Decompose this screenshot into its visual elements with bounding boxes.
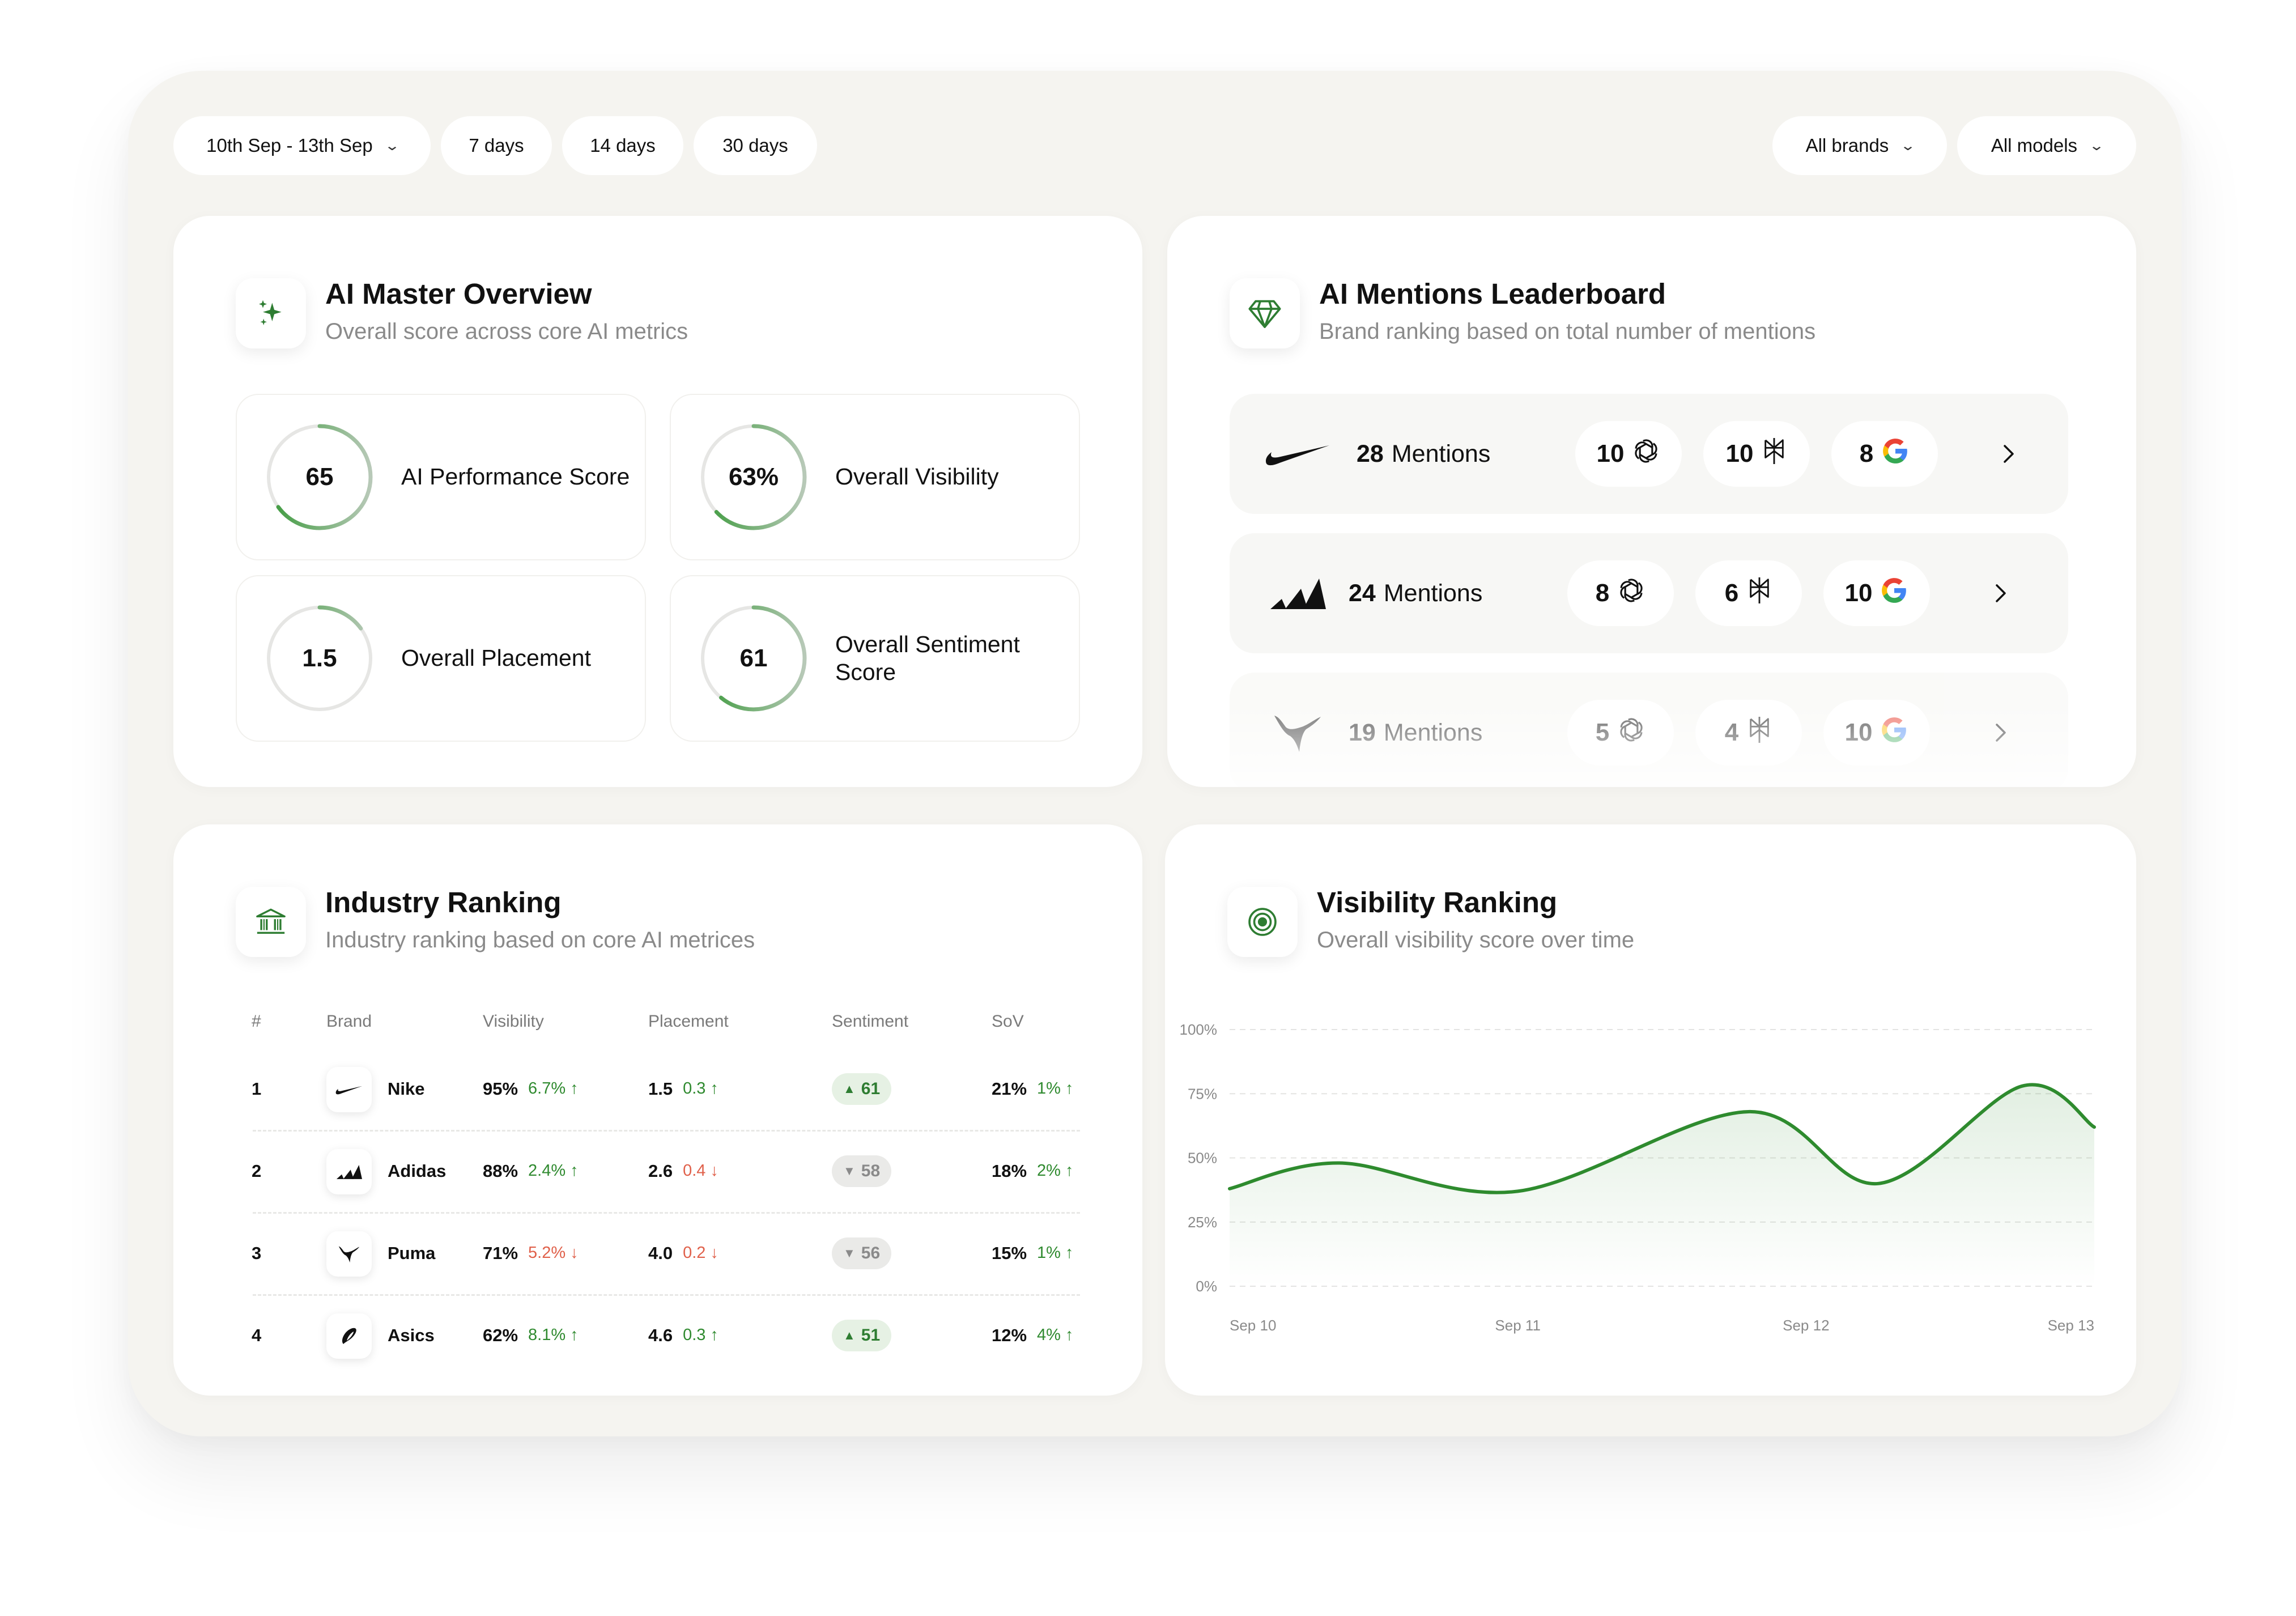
chevron-down-icon: ⌄	[384, 138, 400, 154]
dashboard-frame: 10th Sep - 13th Sep ⌄ 7 days 14 days 30 …	[128, 71, 2182, 1436]
models-label: All models	[1991, 135, 2078, 156]
model-count: 10	[1596, 440, 1625, 467]
series-area	[1230, 1085, 2094, 1286]
model-count: 10	[1725, 440, 1754, 467]
preset-14-days-button[interactable]: 14 days	[562, 116, 683, 175]
card-title: AI Master Overview	[325, 278, 592, 310]
chatgpt-count-pill: 10	[1575, 421, 1682, 487]
chatgpt-icon	[1617, 716, 1646, 750]
industry-ranking-card: Industry Ranking Industry ranking based …	[173, 824, 1142, 1396]
perplexity-icon	[1746, 576, 1772, 611]
metric-tile-visibility[interactable]: 63% Overall Visibility	[670, 394, 1080, 560]
x-tick-label: Sep 13	[2048, 1317, 2094, 1334]
preset-7-days-button[interactable]: 7 days	[441, 116, 552, 175]
mentions-count: 24	[1349, 579, 1376, 607]
preset-label: 7 days	[469, 135, 524, 156]
card-title: AI Mentions Leaderboard	[1319, 278, 1666, 310]
card-title: Industry Ranking	[325, 886, 562, 918]
models-dropdown[interactable]: All models ⌄	[1957, 116, 2136, 175]
chatgpt-count-pill: 5	[1567, 700, 1674, 766]
model-count: 8	[1595, 579, 1610, 607]
perplexity-count-pill: 10	[1703, 421, 1810, 487]
leaderboard-row[interactable]: 28 Mentions 10 10 8	[1230, 394, 2068, 514]
metric-value: 61	[739, 644, 768, 672]
nike-logo-icon	[1264, 431, 1332, 477]
card-subtitle: Overall score across core AI metrics	[325, 319, 688, 344]
chatgpt-icon	[1632, 437, 1660, 471]
chevron-right-icon[interactable]	[2000, 394, 2017, 514]
metric-value: 65	[305, 463, 334, 491]
x-tick-label: Sep 12	[1783, 1317, 1829, 1334]
leaderboard-row[interactable]: 19 Mentions 5 4 10	[1230, 673, 2068, 787]
model-count: 5	[1595, 718, 1610, 746]
mentions-label: Mentions	[1383, 718, 1483, 746]
preset-label: 14 days	[590, 135, 656, 156]
sparkles-icon	[236, 278, 306, 348]
chatgpt-icon	[1617, 576, 1646, 611]
mentions-count: 28	[1357, 440, 1384, 467]
mentions-count: 19	[1349, 718, 1376, 746]
ai-mentions-leaderboard-card: AI Mentions Leaderboard Brand ranking ba…	[1167, 216, 2136, 787]
card-subtitle: Brand ranking based on total number of m…	[1319, 319, 1816, 344]
ai-master-overview-card: AI Master Overview Overall score across …	[173, 216, 1142, 787]
diamond-icon	[1230, 278, 1300, 348]
y-tick-label: 75%	[1188, 1085, 1217, 1102]
google-icon	[1881, 437, 1910, 471]
chevron-down-icon: ⌄	[2089, 138, 2105, 154]
date-range-label: 10th Sep - 13th Sep	[206, 135, 373, 156]
model-count: 10	[1844, 579, 1873, 607]
visibility-area-chart: 100% 75% 50% 25% 0% Sep 10 Sep 11 Sep 12 Sep 13	[1180, 1021, 2096, 1334]
brands-dropdown[interactable]: All brands ⌄	[1772, 116, 1947, 175]
visibility-ranking-card: Visibility Ranking Overall visibility sc…	[1165, 824, 2136, 1396]
chevron-down-icon: ⌄	[1900, 138, 1916, 154]
leaderboard-row[interactable]: 24 Mentions 8 6 10	[1230, 533, 2068, 653]
y-tick-label: 100%	[1180, 1021, 1218, 1038]
preset-label: 30 days	[722, 135, 788, 156]
brands-label: All brands	[1805, 135, 1889, 156]
metric-tile-sentiment[interactable]: 61 Overall Sentiment Score	[670, 575, 1080, 742]
metric-label: Overall Sentiment Score	[835, 631, 1020, 685]
metric-tile-placement[interactable]: 1.5 Overall Placement	[236, 575, 646, 742]
adidas-logo-icon	[1264, 571, 1332, 616]
y-tick-label: 0%	[1196, 1278, 1217, 1295]
puma-logo-icon	[1264, 710, 1332, 755]
mentions-label: Mentions	[1383, 579, 1483, 607]
google-count-pill: 10	[1823, 560, 1930, 626]
model-count: 4	[1724, 718, 1739, 746]
chevron-right-icon[interactable]	[1992, 533, 2009, 653]
metric-label: AI Performance Score	[401, 463, 630, 490]
card-subtitle: Industry ranking based on core AI metric…	[325, 928, 755, 952]
metric-label: Overall Placement	[401, 645, 591, 671]
preset-30-days-button[interactable]: 30 days	[694, 116, 817, 175]
date-range-dropdown[interactable]: 10th Sep - 13th Sep ⌄	[173, 116, 431, 175]
chatgpt-count-pill: 8	[1567, 560, 1674, 626]
perplexity-count-pill: 6	[1695, 560, 1802, 626]
x-tick-label: Sep 10	[1230, 1317, 1276, 1334]
chevron-right-icon[interactable]	[1992, 673, 2009, 787]
perplexity-icon	[1746, 716, 1772, 750]
google-icon	[1880, 576, 1908, 611]
perplexity-icon	[1761, 437, 1787, 471]
x-tick-label: Sep 11	[1495, 1317, 1540, 1334]
google-count-pill: 10	[1823, 700, 1930, 766]
bank-icon	[236, 887, 306, 957]
metric-label: Overall Visibility	[835, 463, 999, 490]
model-count: 10	[1844, 718, 1873, 746]
metric-tile-performance[interactable]: 65 AI Performance Score	[236, 394, 646, 560]
perplexity-count-pill: 4	[1695, 700, 1802, 766]
google-count-pill: 8	[1831, 421, 1938, 487]
model-count: 8	[1859, 440, 1874, 467]
metric-value: 63%	[728, 463, 779, 491]
y-tick-label: 50%	[1188, 1150, 1217, 1167]
google-icon	[1880, 716, 1908, 750]
mentions-label: Mentions	[1391, 440, 1491, 467]
model-count: 6	[1724, 579, 1739, 607]
y-tick-label: 25%	[1188, 1214, 1217, 1231]
metric-value: 1.5	[302, 644, 337, 672]
